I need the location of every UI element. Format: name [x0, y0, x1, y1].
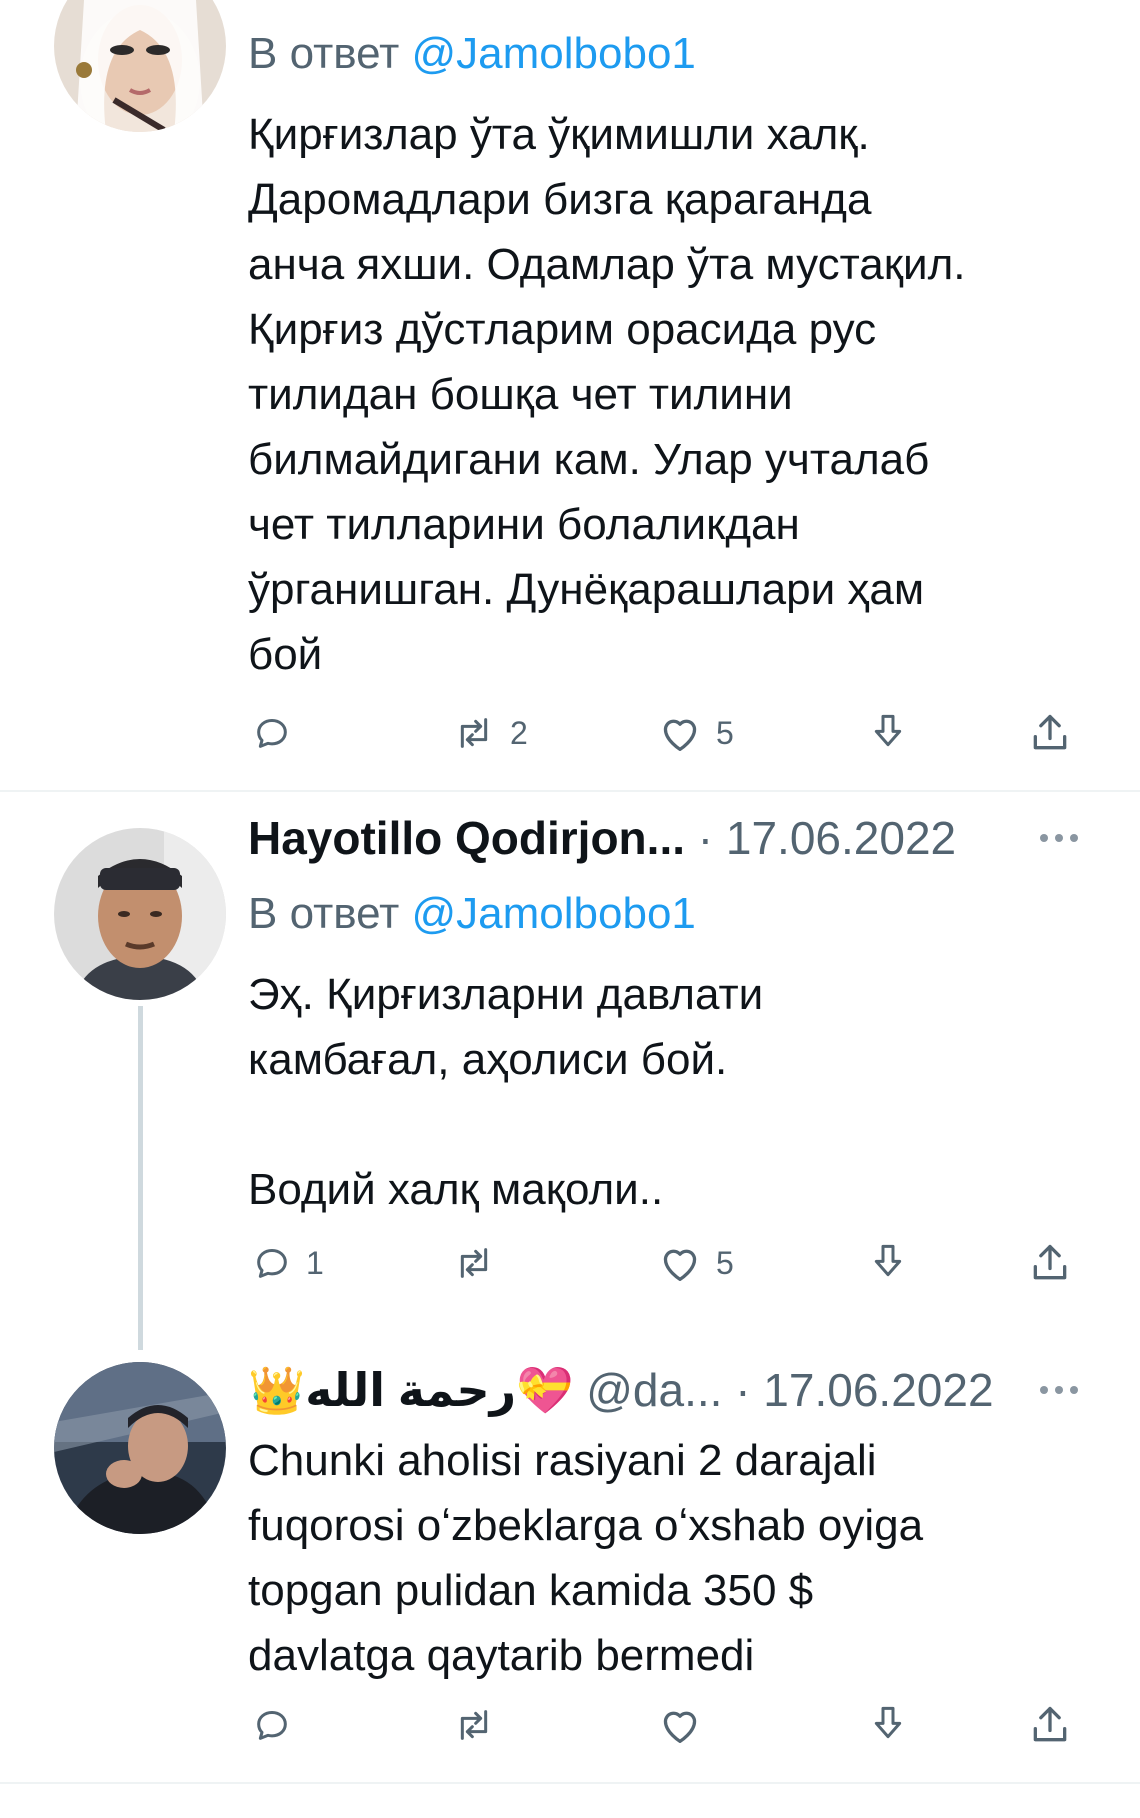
more-icon — [1040, 1386, 1048, 1394]
reply-prefix: В ответ — [248, 889, 400, 938]
share-button[interactable] — [1028, 708, 1072, 758]
tweet-text: Эҳ. Қирғизларни давлати камбағал, аҳолис… — [248, 970, 764, 1214]
more-button[interactable] — [1040, 828, 1090, 848]
author-handle[interactable]: @da... — [586, 1364, 722, 1416]
reply-button[interactable] — [252, 1700, 306, 1750]
more-button[interactable] — [1040, 1380, 1090, 1400]
author-name-emoji: 💝 — [516, 1364, 574, 1416]
tweet-3[interactable]: 👑رحمة الله💝 @da... · 17.06.2022 Chunki a… — [0, 1352, 1140, 1782]
tweet-header: 👑رحمة الله💝 @da... · 17.06.2022 — [248, 1362, 994, 1418]
retweet-button[interactable] — [452, 1238, 510, 1288]
bookmark-button[interactable] — [868, 1700, 908, 1750]
reply-handle-link[interactable]: @Jamolbobo1 — [412, 29, 696, 78]
reply-button[interactable]: 1 — [252, 1238, 324, 1288]
retweet-icon — [460, 1710, 488, 1740]
reply-to: В ответ @Jamolbobo1 — [248, 886, 696, 942]
tweet-date[interactable]: · 17.06.2022 — [735, 1364, 993, 1416]
retweet-button[interactable]: 2 — [452, 708, 528, 758]
reply-icon — [257, 1711, 287, 1740]
like-button[interactable]: 5 — [658, 708, 734, 758]
retweet-icon — [460, 1248, 488, 1278]
tweet-header: Hayotillo Qodirjon... · 17.06.2022 — [248, 810, 956, 866]
tweet-actions — [248, 1700, 1088, 1750]
bookmark-button[interactable] — [868, 1238, 908, 1288]
tweet-actions: 1 5 — [248, 1238, 1088, 1288]
like-count: 5 — [716, 1244, 734, 1281]
tweet-actions: 2 5 — [248, 708, 1088, 758]
tweet-1[interactable]: В ответ @Jamolbobo1 Қирғизлар ўта ўқимиш… — [0, 0, 1140, 790]
reply-icon — [257, 1249, 287, 1278]
share-button[interactable] — [1028, 1700, 1072, 1750]
tweet-text: Қирғизлар ўта ўқимишли халқ. Даромадлари… — [248, 110, 966, 679]
share-icon — [1033, 1244, 1067, 1280]
tweet-text: Chunki aholisi rasiyani 2 darajali fuqor… — [248, 1436, 924, 1680]
reply-button[interactable] — [252, 708, 306, 758]
like-count: 5 — [716, 714, 734, 751]
bookmark-icon — [874, 714, 902, 747]
retweet-button[interactable] — [452, 1700, 510, 1750]
bookmark-icon — [874, 1244, 902, 1277]
more-icon — [1040, 834, 1048, 842]
tweet-2[interactable]: Hayotillo Qodirjon... · 17.06.2022 В отв… — [0, 792, 1140, 1352]
like-icon — [663, 1711, 697, 1743]
reply-to: В ответ @Jamolbobo1 — [248, 26, 696, 82]
like-icon — [663, 1249, 697, 1281]
like-button[interactable] — [658, 1700, 716, 1750]
tweet-date[interactable]: · 17.06.2022 — [698, 812, 956, 864]
avatar[interactable] — [54, 1362, 226, 1534]
like-icon — [663, 719, 697, 751]
share-icon — [1033, 1706, 1067, 1742]
reply-icon — [257, 719, 287, 748]
author-name[interactable]: Hayotillo Qodirjon... — [248, 812, 685, 864]
avatar[interactable] — [54, 0, 226, 132]
reply-count: 1 — [306, 1244, 324, 1281]
reply-prefix: В ответ — [248, 29, 400, 78]
bookmark-button[interactable] — [868, 708, 908, 758]
tweet-divider — [0, 1782, 1140, 1784]
share-button[interactable] — [1028, 1238, 1072, 1288]
author-name[interactable]: 👑رحمة الله — [248, 1364, 516, 1416]
avatar[interactable] — [54, 828, 226, 1000]
reply-handle-link[interactable]: @Jamolbobo1 — [412, 889, 696, 938]
bookmark-icon — [874, 1706, 902, 1739]
retweet-icon — [460, 718, 488, 748]
share-icon — [1033, 714, 1067, 750]
retweet-count: 2 — [510, 714, 528, 751]
like-button[interactable]: 5 — [658, 1238, 734, 1288]
